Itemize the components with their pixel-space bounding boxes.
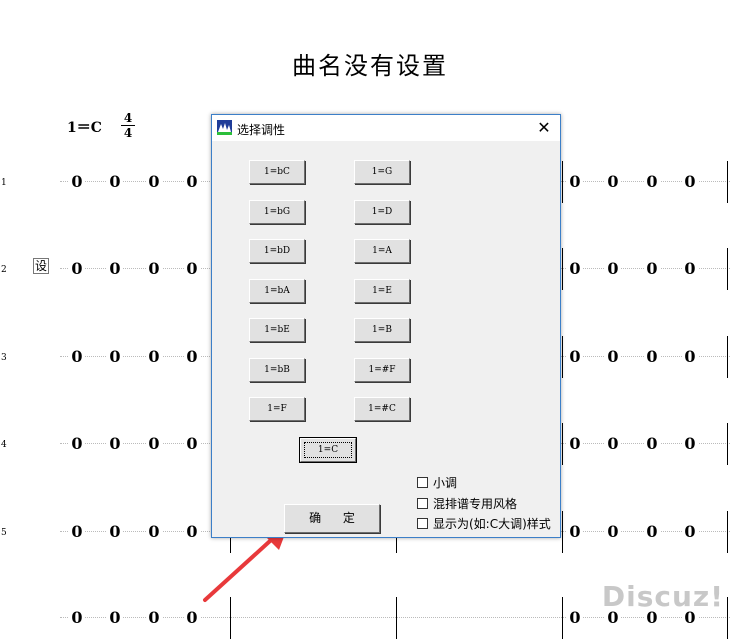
barline bbox=[727, 248, 728, 290]
barline bbox=[562, 511, 563, 553]
key-button[interactable]: 1=bA bbox=[249, 279, 305, 303]
key-button[interactable]: 1=B bbox=[354, 318, 410, 342]
rest-note[interactable]: 0 bbox=[107, 345, 123, 369]
rest-note[interactable]: 0 bbox=[682, 520, 698, 544]
time-signature-bottom: 4 bbox=[123, 126, 133, 140]
key-button[interactable]: 1=G bbox=[354, 160, 410, 184]
app-icon bbox=[217, 120, 232, 135]
rest-note[interactable]: 0 bbox=[567, 257, 583, 281]
barline bbox=[562, 161, 563, 203]
key-button[interactable]: 1=bD bbox=[249, 239, 305, 263]
rest-note[interactable]: 0 bbox=[644, 170, 660, 194]
close-icon[interactable]: ✕ bbox=[534, 118, 554, 138]
rest-note[interactable]: 0 bbox=[146, 170, 162, 194]
key-button[interactable]: 1=#F bbox=[354, 358, 410, 382]
checkbox-label: 混排谱专用风格 bbox=[433, 497, 518, 511]
barline bbox=[396, 597, 397, 639]
checkbox-label: 显示为(如:C大调)样式 bbox=[433, 517, 551, 531]
time-signature: 4 4 bbox=[121, 111, 135, 140]
rest-note[interactable]: 0 bbox=[605, 257, 621, 281]
rest-note[interactable]: 0 bbox=[567, 606, 583, 630]
rest-note[interactable]: 0 bbox=[567, 432, 583, 456]
rest-note[interactable]: 0 bbox=[605, 432, 621, 456]
checkbox-box[interactable] bbox=[417, 477, 428, 488]
rest-note[interactable]: 0 bbox=[644, 345, 660, 369]
rest-note[interactable]: 0 bbox=[146, 606, 162, 630]
key-signature: 1＝C bbox=[67, 120, 102, 136]
rest-note[interactable]: 0 bbox=[69, 606, 85, 630]
barline bbox=[727, 511, 728, 553]
rest-note[interactable]: 0 bbox=[184, 170, 200, 194]
rest-note[interactable]: 0 bbox=[107, 170, 123, 194]
rest-note[interactable]: 0 bbox=[146, 257, 162, 281]
rest-note[interactable]: 0 bbox=[69, 345, 85, 369]
key-button[interactable]: 1=F bbox=[249, 397, 305, 421]
rest-note[interactable]: 0 bbox=[184, 606, 200, 630]
rest-note[interactable]: 0 bbox=[107, 520, 123, 544]
rest-note[interactable]: 0 bbox=[184, 432, 200, 456]
time-signature-top: 4 bbox=[123, 111, 133, 125]
barline bbox=[727, 597, 728, 639]
watermark: Discuz! bbox=[601, 580, 724, 613]
key-button[interactable]: 1=#C bbox=[354, 397, 410, 421]
rest-note[interactable]: 0 bbox=[567, 170, 583, 194]
barline bbox=[562, 423, 563, 465]
key-button-default[interactable]: 1=C bbox=[299, 437, 357, 463]
checkbox-box[interactable] bbox=[417, 498, 428, 509]
key-button[interactable]: 1=bC bbox=[249, 160, 305, 184]
rest-note[interactable]: 0 bbox=[69, 257, 85, 281]
key-button[interactable]: 1=bB bbox=[249, 358, 305, 382]
dialog-titlebar[interactable]: 选择调性 ✕ bbox=[212, 115, 560, 141]
key-button[interactable]: 1=bE bbox=[249, 318, 305, 342]
rest-note[interactable]: 0 bbox=[107, 432, 123, 456]
row-number: 1 bbox=[1, 178, 7, 188]
rest-note[interactable]: 0 bbox=[69, 520, 85, 544]
row-number: 2 bbox=[1, 265, 7, 275]
barline bbox=[727, 161, 728, 203]
rest-note[interactable]: 0 bbox=[69, 432, 85, 456]
rest-note[interactable]: 0 bbox=[644, 432, 660, 456]
checkbox-label: 小调 bbox=[433, 476, 458, 490]
barline bbox=[562, 597, 563, 639]
rest-note[interactable]: 0 bbox=[644, 520, 660, 544]
row-number: 4 bbox=[1, 440, 7, 450]
barline bbox=[562, 248, 563, 290]
ok-button[interactable]: 确 定 bbox=[284, 504, 380, 533]
barline bbox=[727, 336, 728, 378]
key-button[interactable]: 1=bG bbox=[249, 200, 305, 224]
row-number: 5 bbox=[1, 528, 7, 538]
rest-note[interactable]: 0 bbox=[644, 257, 660, 281]
key-select-dialog: 选择调性 ✕ 1=bC 1=bG 1=bD 1=bA 1=bE 1=bB 1=F 1=G 1=D… bbox=[211, 114, 561, 538]
rest-note[interactable]: 0 bbox=[184, 520, 200, 544]
rest-note[interactable]: 0 bbox=[146, 520, 162, 544]
rest-note[interactable]: 0 bbox=[605, 170, 621, 194]
rest-note[interactable]: 0 bbox=[682, 345, 698, 369]
barline bbox=[230, 597, 231, 639]
rest-note[interactable]: 0 bbox=[107, 257, 123, 281]
rest-note[interactable]: 0 bbox=[146, 345, 162, 369]
rest-note[interactable]: 0 bbox=[605, 345, 621, 369]
rest-note[interactable]: 0 bbox=[682, 432, 698, 456]
rest-note[interactable]: 0 bbox=[107, 606, 123, 630]
barline bbox=[562, 336, 563, 378]
rest-note[interactable]: 0 bbox=[682, 170, 698, 194]
score-title: 曲名没有设置 bbox=[292, 52, 448, 80]
rest-note[interactable]: 0 bbox=[682, 257, 698, 281]
dialog-title: 选择调性 bbox=[237, 123, 286, 137]
rest-note[interactable]: 0 bbox=[146, 432, 162, 456]
rest-note[interactable]: 0 bbox=[184, 345, 200, 369]
row-number: 3 bbox=[1, 353, 7, 363]
rest-note[interactable]: 0 bbox=[567, 345, 583, 369]
key-button[interactable]: 1=A bbox=[354, 239, 410, 263]
key-button[interactable]: 1=D bbox=[354, 200, 410, 224]
rest-note[interactable]: 0 bbox=[69, 170, 85, 194]
rest-note[interactable]: 0 bbox=[605, 520, 621, 544]
rest-note[interactable]: 0 bbox=[567, 520, 583, 544]
barline bbox=[727, 423, 728, 465]
checkbox-box[interactable] bbox=[417, 518, 428, 529]
rest-note[interactable]: 0 bbox=[184, 257, 200, 281]
key-button[interactable]: 1=E bbox=[354, 279, 410, 303]
